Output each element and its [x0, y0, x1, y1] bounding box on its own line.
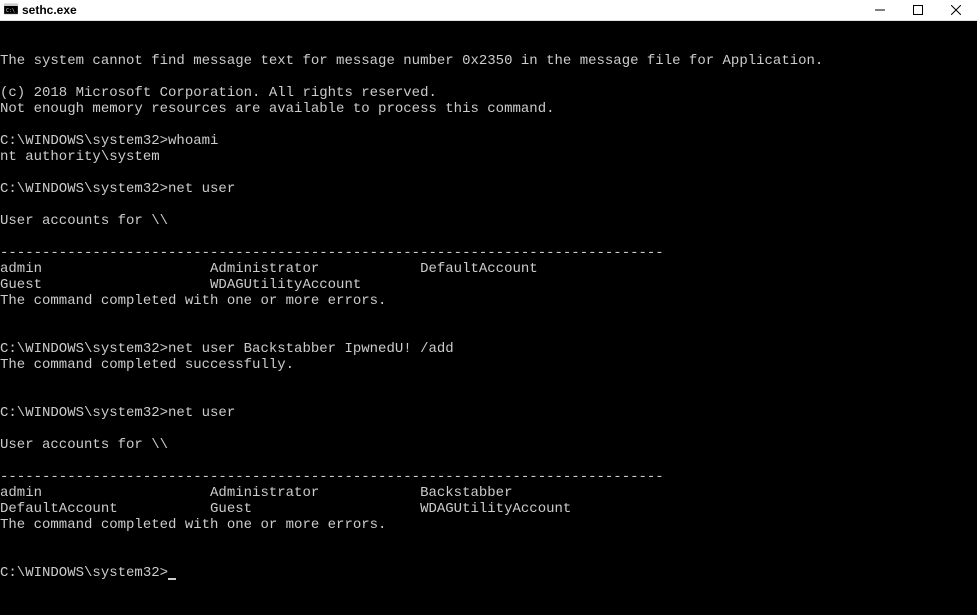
terminal-line: Not enough memory resources are availabl…: [0, 101, 977, 117]
terminal-line: DefaultAccount Guest WDAGUtilityAccount: [0, 501, 977, 517]
terminal-line: [0, 69, 977, 85]
cursor: [168, 578, 176, 580]
terminal-line: [0, 197, 977, 213]
terminal-line: The command completed with one or more e…: [0, 293, 977, 309]
close-button[interactable]: [937, 0, 975, 20]
terminal-line: Guest WDAGUtilityAccount: [0, 277, 977, 293]
terminal-line: C:\WINDOWS\system32>net user: [0, 405, 977, 421]
terminal-line: C:\WINDOWS\system32>net user Backstabber…: [0, 341, 977, 357]
terminal-line: [0, 389, 977, 405]
terminal-line: User accounts for \\: [0, 213, 977, 229]
terminal-line: C:\WINDOWS\system32>: [0, 565, 977, 581]
terminal-line: User accounts for \\: [0, 437, 977, 453]
terminal-output[interactable]: The system cannot find message text for …: [0, 21, 977, 615]
terminal-line: admin Administrator Backstabber: [0, 485, 977, 501]
terminal-line: The command completed successfully.: [0, 357, 977, 373]
terminal-line: nt authority\system: [0, 149, 977, 165]
terminal-line: (c) 2018 Microsoft Corporation. All righ…: [0, 85, 977, 101]
terminal-line: [0, 421, 977, 437]
window-controls: [861, 0, 975, 20]
terminal-line: ----------------------------------------…: [0, 469, 977, 485]
terminal-line: [0, 533, 977, 549]
terminal-line: [0, 165, 977, 181]
terminal-line: [0, 453, 977, 469]
window-title: sethc.exe: [22, 3, 861, 17]
terminal-line: [0, 549, 977, 565]
terminal-line: ----------------------------------------…: [0, 245, 977, 261]
titlebar[interactable]: C:\ sethc.exe: [0, 0, 977, 21]
app-icon: C:\: [4, 3, 18, 17]
terminal-line: admin Administrator DefaultAccount: [0, 261, 977, 277]
terminal-line: The system cannot find message text for …: [0, 53, 977, 69]
svg-text:C:\: C:\: [6, 8, 15, 14]
minimize-button[interactable]: [861, 0, 899, 20]
terminal-line: [0, 309, 977, 325]
maximize-button[interactable]: [899, 0, 937, 20]
terminal-line: C:\WINDOWS\system32>net user: [0, 181, 977, 197]
terminal-line: [0, 373, 977, 389]
terminal-line: [0, 325, 977, 341]
terminal-line: [0, 117, 977, 133]
terminal-line: [0, 229, 977, 245]
terminal-line: C:\WINDOWS\system32>whoami: [0, 133, 977, 149]
terminal-line: The command completed with one or more e…: [0, 517, 977, 533]
